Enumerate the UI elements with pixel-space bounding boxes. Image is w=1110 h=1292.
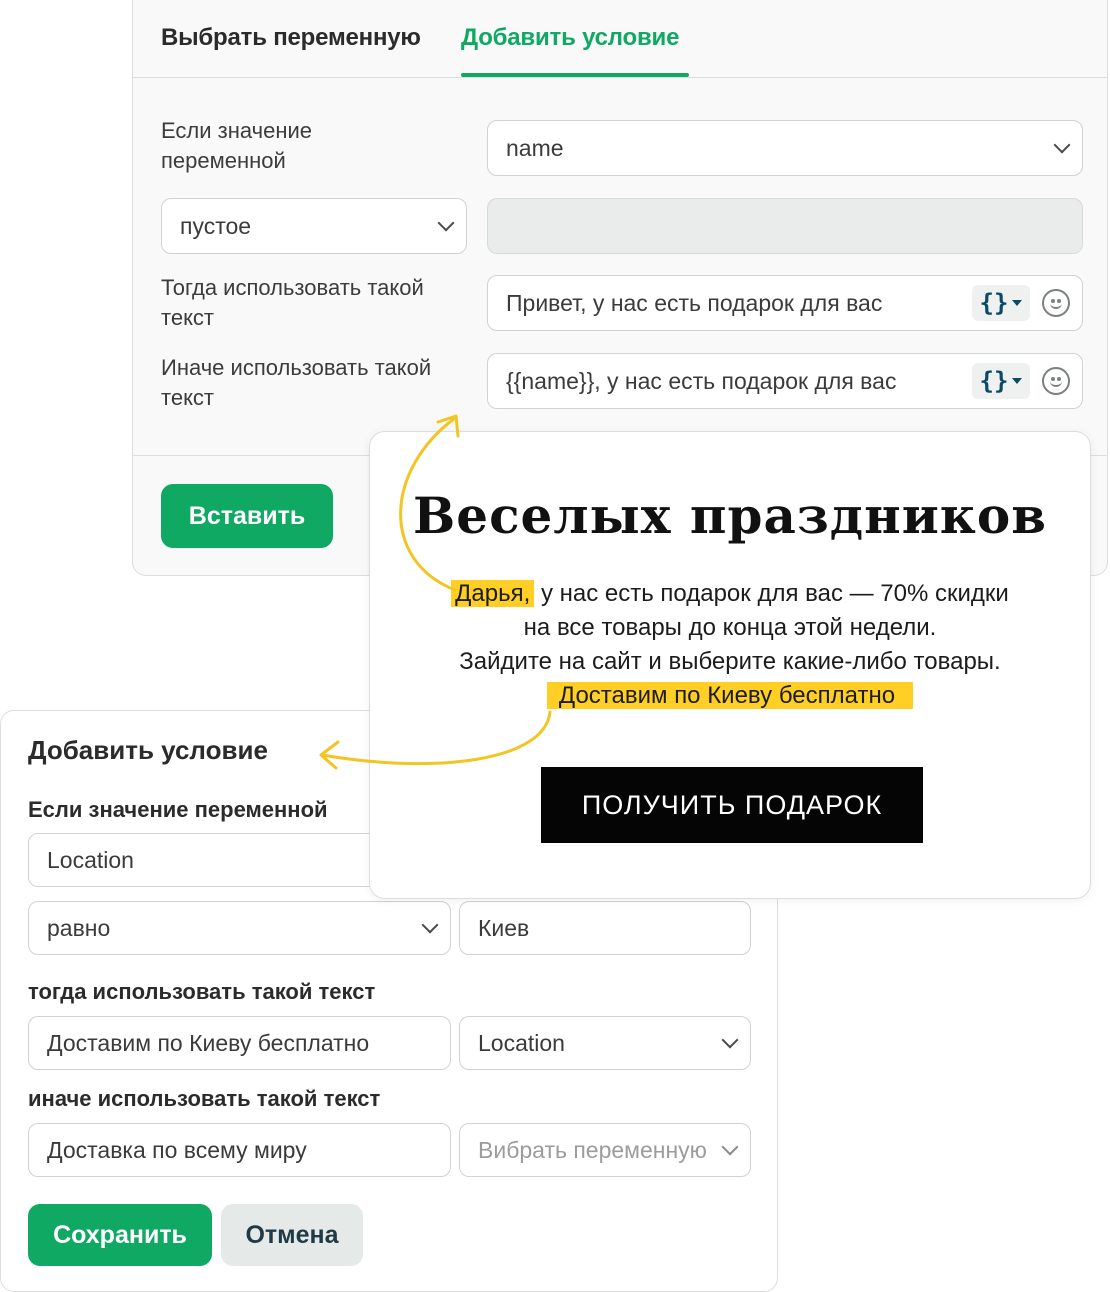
compare-value-input[interactable]: Киев (459, 901, 751, 955)
then-text-input[interactable]: Доставим по Киеву бесплатно (28, 1016, 451, 1070)
caret-down-icon (1012, 378, 1023, 384)
braces-icon: {} (979, 289, 1009, 317)
chevron-down-icon (437, 214, 455, 232)
operator-select-value: пустое (180, 212, 252, 239)
else-text-input[interactable]: Доставка по всему миру (28, 1123, 451, 1177)
tab-add-condition[interactable]: Добавить условие (461, 24, 679, 52)
compare-value-text: Киев (478, 914, 530, 941)
get-gift-button[interactable]: ПОЛУЧИТЬ ПОДАРОК (541, 767, 923, 843)
preview-line-1: Дарья, у нас есть подарок для вас — 70% … (370, 577, 1090, 611)
preview-title: Веселых праздников (413, 486, 1047, 545)
else-text-label: иначе использовать такой текст (28, 1086, 381, 1111)
email-preview-card: Веселых праздников Дарья, у нас есть под… (369, 431, 1091, 899)
chevron-down-icon (721, 1138, 739, 1156)
chevron-down-icon (1053, 136, 1071, 154)
else-variable-placeholder: Вибрать переменную (478, 1136, 707, 1163)
else-text-value: Доставка по всему миру (47, 1136, 307, 1163)
variable-select-value: Location (47, 846, 134, 873)
emoji-icon[interactable] (1042, 367, 1070, 395)
then-text-value: Доставим по Киеву бесплатно (47, 1029, 370, 1056)
preview-line-4: Доставим по Киеву бесплатно (370, 679, 1090, 713)
cancel-button[interactable]: Отмена (221, 1204, 363, 1266)
then-variable-select[interactable]: Location (459, 1016, 751, 1070)
panel-title: Добавить условие (28, 735, 268, 765)
save-button[interactable]: Сохранить (28, 1204, 212, 1266)
tab-select-variable[interactable]: Выбрать переменную (161, 24, 421, 52)
then-text-value: Привет, у нас есть подарок для вас (506, 289, 883, 316)
preview-line-1-rest: у нас есть подарок для вас — 70% скидки (534, 580, 1009, 607)
operator-select-value: равно (47, 914, 111, 941)
variable-select[interactable]: name (487, 120, 1083, 176)
active-tab-indicator (461, 73, 689, 77)
then-text-label: тогда использовать такой текст (28, 979, 376, 1004)
else-text-value: {{name}}, у нас есть подарок для вас (506, 367, 897, 394)
else-text-input[interactable]: {{name}}, у нас есть подарок для вас {} (487, 353, 1083, 409)
preview-line-3: Зайдите на сайт и выберите какие-либо то… (459, 648, 1001, 675)
name-highlight: Дарья, (451, 580, 535, 607)
if-variable-label: Если значение переменной (161, 118, 313, 173)
emoji-icon[interactable] (1042, 289, 1070, 317)
if-variable-label: Если значение переменной (28, 797, 328, 822)
else-text-label: Иначе использовать такой текст (161, 355, 432, 410)
chevron-down-icon (421, 916, 439, 934)
then-text-label: Тогда использовать такой текст (161, 275, 424, 330)
insert-variable-button[interactable]: {} (972, 363, 1030, 399)
compare-value-input[interactable] (487, 198, 1083, 254)
braces-icon: {} (979, 367, 1009, 395)
else-variable-select[interactable]: Вибрать переменную (459, 1123, 751, 1177)
tab-bar: Выбрать переменную Добавить условие (133, 0, 1107, 78)
insert-variable-button[interactable]: {} (972, 285, 1030, 321)
then-text-input[interactable]: Привет, у нас есть подарок для вас {} (487, 275, 1083, 331)
variable-select-value: name (506, 134, 564, 161)
insert-button[interactable]: Вставить (161, 484, 333, 548)
operator-select[interactable]: равно (28, 901, 451, 955)
preview-line-2: на все товары до конца этой недели. (523, 614, 937, 641)
delivery-highlight: Доставим по Киеву бесплатно (546, 682, 914, 709)
caret-down-icon (1012, 300, 1023, 306)
operator-select[interactable]: пустое (161, 198, 467, 254)
chevron-down-icon (721, 1031, 739, 1049)
then-variable-value: Location (478, 1029, 565, 1056)
